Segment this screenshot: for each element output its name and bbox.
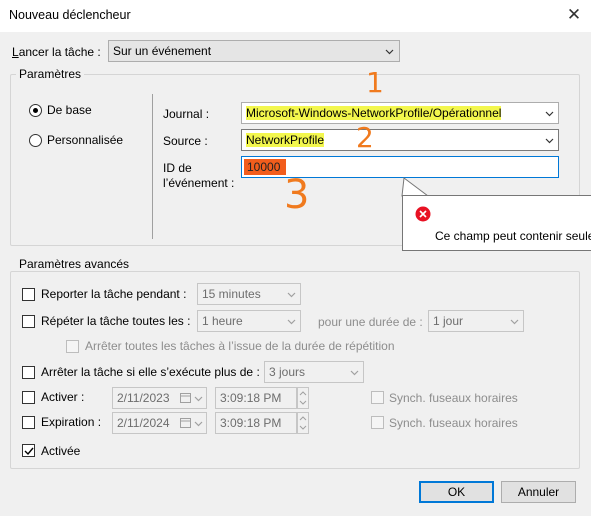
spinner-icon[interactable] xyxy=(297,387,309,409)
activate-date-value: 2/11/2023 xyxy=(117,391,170,405)
repeat-label: Répéter la tâche toutes les : xyxy=(41,314,191,328)
cancel-button[interactable]: Annuler xyxy=(501,481,576,503)
expire-label: Expiration : xyxy=(41,415,102,429)
error-icon xyxy=(415,206,431,222)
annotation-one: 1 xyxy=(366,66,384,99)
expire-date-value: 2/11/2024 xyxy=(117,416,170,430)
error-tooltip: Ce champ peut contenir seule xyxy=(402,195,591,251)
chevron-down-icon xyxy=(545,138,554,144)
expire-time[interactable]: 3:09:18 PM xyxy=(215,412,297,434)
ok-button[interactable]: OK xyxy=(419,481,494,503)
expire-time-value: 3:09:18 PM xyxy=(220,416,282,430)
tooltip-text: Ce champ peut contenir seule xyxy=(435,229,591,243)
calendar-icon xyxy=(180,393,191,403)
journal-label: Journal : xyxy=(163,107,210,121)
repeat-select-value: 1 heure xyxy=(202,314,243,328)
params-divider xyxy=(152,94,153,239)
activate-checkbox[interactable] xyxy=(22,391,35,404)
eventid-label-1: ID de xyxy=(163,161,192,175)
source-label: Source : xyxy=(163,134,208,148)
activate-time[interactable]: 3:09:18 PM xyxy=(215,387,297,409)
chevron-down-icon xyxy=(385,49,394,55)
delay-select[interactable]: 15 minutes xyxy=(197,283,301,305)
radio-custom-label: Personnalisée xyxy=(47,133,124,147)
chevron-down-icon xyxy=(510,319,519,325)
activate-label: Activer : xyxy=(41,390,85,404)
sync-tz-checkbox-2[interactable] xyxy=(371,416,384,429)
delay-checkbox[interactable] xyxy=(22,288,35,301)
repeat-select[interactable]: 1 heure xyxy=(197,310,301,332)
expire-date[interactable]: 2/11/2024 xyxy=(112,412,207,434)
launch-label-rest: ancer la tâche : xyxy=(18,45,101,59)
journal-select[interactable]: Microsoft-Windows-NetworkProfile/Opérati… xyxy=(241,102,559,124)
stop-all-label: Arrêter toutes les tâches à l’issue de l… xyxy=(85,339,395,353)
eventid-input-value: 10000 xyxy=(244,159,287,175)
launch-label: Lancer la tâche : xyxy=(12,45,101,59)
activate-date[interactable]: 2/11/2023 xyxy=(112,387,207,409)
duration-label: pour une durée de : xyxy=(318,315,423,329)
radio-base[interactable] xyxy=(29,104,42,117)
annotation-three: 3 xyxy=(284,172,310,218)
chevron-down-icon xyxy=(194,396,203,402)
stop-if-checkbox[interactable] xyxy=(22,366,35,379)
stop-if-label: Arrêter la tâche si elle s’exécute plus … xyxy=(41,365,260,379)
expire-checkbox[interactable] xyxy=(22,416,35,429)
delay-select-value: 15 minutes xyxy=(202,287,261,301)
calendar-icon xyxy=(180,418,191,428)
params-group-title: Paramètres xyxy=(16,67,85,81)
radio-custom[interactable] xyxy=(29,134,42,147)
window-title: Nouveau déclencheur xyxy=(9,8,131,22)
chevron-down-icon xyxy=(287,292,296,298)
enabled-checkbox[interactable] xyxy=(22,444,35,457)
eventid-label-2: l’événement : xyxy=(163,176,235,190)
chevron-down-icon xyxy=(194,421,203,427)
radio-base-label: De base xyxy=(47,103,92,117)
source-select-value: NetworkProfile xyxy=(246,133,325,147)
close-icon[interactable]: ✕ xyxy=(562,4,586,26)
checkmark-icon xyxy=(24,447,34,456)
stop-if-select-value: 3 jours xyxy=(269,365,306,379)
journal-select-value: Microsoft-Windows-NetworkProfile/Opérati… xyxy=(246,106,502,120)
chevron-down-icon xyxy=(287,319,296,325)
sync-tz-label-2: Synch. fuseaux horaires xyxy=(389,416,518,430)
chevron-down-icon xyxy=(350,370,359,376)
stop-if-select[interactable]: 3 jours xyxy=(264,361,364,383)
launch-select[interactable]: Sur un événement xyxy=(108,40,400,62)
launch-select-value: Sur un événement xyxy=(113,44,212,58)
sync-tz-checkbox-1[interactable] xyxy=(371,391,384,404)
duration-select-value: 1 jour xyxy=(433,314,464,328)
annotation-two: 2 xyxy=(356,121,374,154)
sync-tz-label-1: Synch. fuseaux horaires xyxy=(389,391,518,405)
spinner-icon[interactable] xyxy=(297,412,309,434)
chevron-down-icon xyxy=(545,111,554,117)
delay-label: Reporter la tâche pendant : xyxy=(41,287,187,301)
launch-label-accel: L xyxy=(12,45,19,59)
source-select[interactable]: NetworkProfile xyxy=(241,129,559,151)
activate-time-value: 3:09:18 PM xyxy=(220,391,282,405)
repeat-checkbox[interactable] xyxy=(22,315,35,328)
advanced-group-title: Paramètres avancés xyxy=(16,257,133,271)
stop-all-checkbox[interactable] xyxy=(66,340,79,353)
enabled-label: Activée xyxy=(41,444,81,458)
